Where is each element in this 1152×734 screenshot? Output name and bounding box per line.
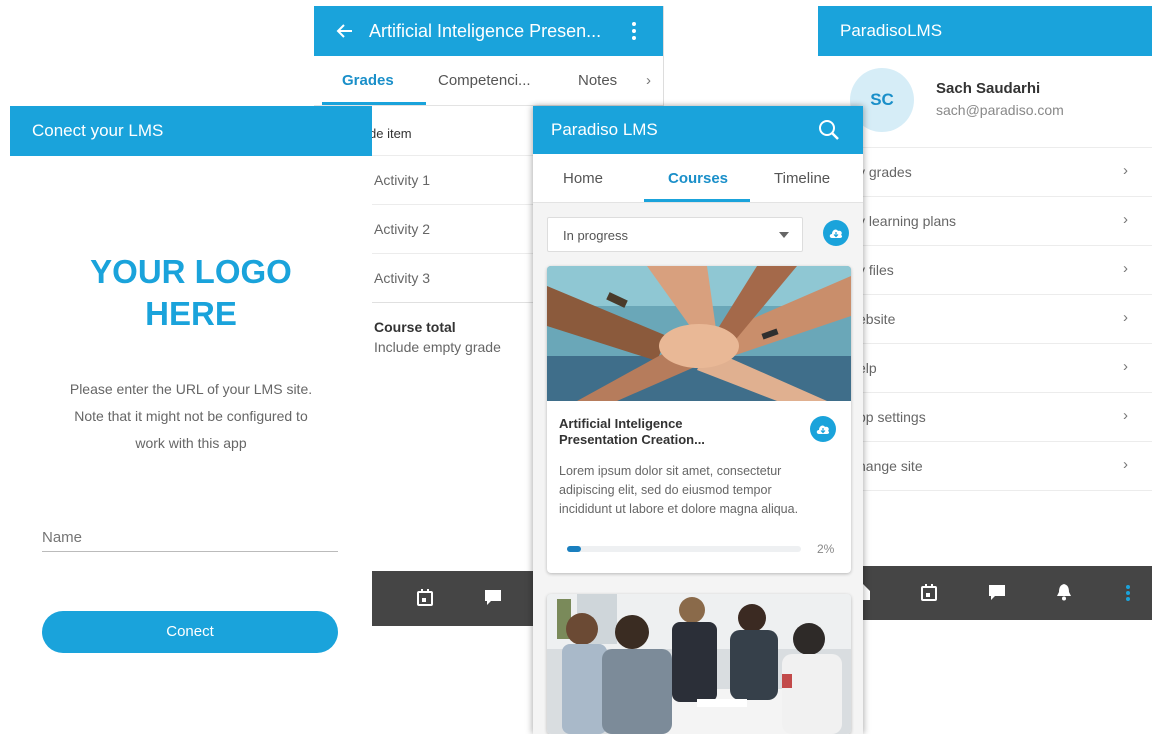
chevron-right-icon: ›: [1123, 260, 1128, 277]
course-image-meeting: [547, 594, 851, 734]
tab-grades-underline: [322, 102, 426, 105]
chevron-right-icon: ›: [1123, 211, 1128, 228]
tab-courses-underline: [644, 199, 750, 202]
course-title-line-2: Presentation Creation...: [559, 432, 705, 447]
user-name: Sach Saudarhi: [936, 80, 1041, 97]
course-desc-line-3: incididunt ut labore et dolore magna ali…: [559, 502, 799, 516]
menu-screen: ParadisoLMS SC Sach Saudarhi sach@paradi…: [818, 6, 1152, 620]
menu-item-change-site[interactable]: hange site ›: [818, 442, 1152, 491]
course-description: Lorem ipsum dolor sit amet, consectetur …: [559, 462, 798, 519]
menu-item-grades-label: y grades: [858, 164, 912, 180]
course-progress-label: 2%: [817, 542, 835, 556]
connect-button[interactable]: Conect: [42, 611, 338, 653]
connect-title: Conect your LMS: [32, 121, 164, 140]
site-url-input[interactable]: [42, 524, 338, 552]
tab-notes[interactable]: Notes: [578, 72, 617, 89]
search-icon[interactable]: [818, 119, 840, 141]
desc-line-3: work with this app: [135, 435, 247, 451]
course-download-button[interactable]: [810, 416, 836, 442]
grades-title: Artificial Inteligence Presen...: [369, 21, 602, 41]
course-desc-line-2: adipiscing elit, sed do eiusmod tempor: [559, 483, 772, 497]
course-progress-fill: [567, 546, 581, 552]
tab-grades[interactable]: Grades: [342, 72, 394, 89]
activity-3-label: Activity 3: [374, 270, 431, 286]
logo-placeholder: YOUR LOGO HERE: [10, 251, 372, 335]
back-arrow-icon[interactable]: [336, 22, 354, 40]
menu-item-learning-plans-label: y learning plans: [858, 213, 957, 229]
activity-2-label: Activity 2: [374, 221, 431, 237]
tab-timeline[interactable]: Timeline: [774, 170, 830, 187]
menu-item-files-label: y files: [858, 262, 894, 278]
menu-item-change-site-label: hange site: [858, 458, 923, 474]
course-total-label: Course total: [374, 319, 456, 335]
connect-screen: Conect your LMS YOUR LOGO HERE Please en…: [10, 106, 372, 734]
connect-button-label: Conect: [166, 623, 214, 640]
menu-bottom-bar: [818, 566, 1152, 620]
course-image-hands: [547, 266, 851, 401]
course-total-sub: Include empty grade: [374, 339, 501, 355]
chevron-right-icon: ›: [1123, 456, 1128, 473]
calendar-icon[interactable]: [417, 589, 433, 606]
menu-app-bar: ParadisoLMS: [818, 6, 1152, 56]
courses-app-bar: Paradiso LMS: [533, 106, 863, 154]
cloud-download-icon: [829, 229, 843, 238]
menu-item-grades[interactable]: y grades ›: [818, 148, 1152, 197]
tabs-chevron-right-icon[interactable]: ›: [646, 72, 651, 89]
menu-item-app-settings[interactable]: pp settings ›: [818, 393, 1152, 442]
course-title-line-1: Artificial Inteligence: [559, 416, 683, 431]
courses-tabs: Home Courses Timeline: [533, 154, 863, 203]
menu-item-app-settings-label: pp settings: [858, 409, 926, 425]
cloud-download-icon: [816, 425, 830, 434]
tab-competencies[interactable]: Competenci...: [438, 72, 531, 89]
menu-item-files[interactable]: y files ›: [818, 246, 1152, 295]
logo-line-1: YOUR LOGO: [90, 253, 292, 290]
grade-item-header: de item: [369, 126, 412, 141]
course-progress-bar: [567, 546, 801, 552]
grades-tabs: Grades Competenci... Notes ›: [314, 56, 663, 106]
tab-home[interactable]: Home: [563, 170, 603, 187]
more-vert-icon[interactable]: [1125, 584, 1131, 602]
download-all-button[interactable]: [823, 220, 849, 246]
tab-courses[interactable]: Courses: [668, 170, 728, 187]
menu-item-learning-plans[interactable]: y learning plans ›: [818, 197, 1152, 246]
course-filter-select[interactable]: In progress: [547, 217, 803, 252]
course-card[interactable]: Artificial Inteligence Presentation Crea…: [547, 266, 851, 573]
courses-title: Paradiso LMS: [551, 120, 658, 139]
courses-screen: Paradiso LMS Home Courses Timeline In pr…: [533, 106, 863, 734]
menu-item-help[interactable]: elp ›: [818, 344, 1152, 393]
logo-line-2: HERE: [145, 295, 237, 332]
desc-line-1: Please enter the URL of your LMS site.: [69, 381, 313, 397]
course-title: Artificial Inteligence Presentation Crea…: [559, 416, 705, 448]
connect-app-bar: Conect your LMS: [10, 106, 372, 156]
menu-item-website-label: ebsite: [858, 311, 896, 327]
more-vert-icon[interactable]: [631, 21, 637, 41]
user-email: sach@paradiso.com: [936, 102, 1064, 118]
course-card[interactable]: [547, 594, 851, 734]
messages-icon[interactable]: [484, 589, 502, 606]
chevron-right-icon: ›: [1123, 407, 1128, 424]
filter-selected-value: In progress: [563, 228, 629, 243]
messages-icon[interactable]: [988, 584, 1006, 601]
chevron-right-icon: ›: [1123, 309, 1128, 326]
menu-title: ParadisoLMS: [840, 21, 943, 40]
activity-1-label: Activity 1: [374, 172, 431, 188]
chevron-right-icon: ›: [1123, 162, 1128, 179]
chevron-right-icon: ›: [1123, 358, 1128, 375]
connect-description: Please enter the URL of your LMS site. N…: [10, 376, 372, 457]
course-desc-line-1: Lorem ipsum dolor sit amet, consectetur: [559, 464, 782, 478]
desc-line-2: Note that it might not be configured to: [74, 408, 308, 424]
grades-app-bar: Artificial Inteligence Presen...: [314, 6, 663, 56]
calendar-icon[interactable]: [921, 584, 937, 601]
user-header[interactable]: SC Sach Saudarhi sach@paradiso.com: [818, 56, 1152, 148]
dropdown-caret-icon: [779, 232, 789, 238]
avatar-initials: SC: [870, 90, 894, 109]
menu-item-website[interactable]: ebsite ›: [818, 295, 1152, 344]
notifications-bell-icon[interactable]: [1057, 584, 1071, 601]
